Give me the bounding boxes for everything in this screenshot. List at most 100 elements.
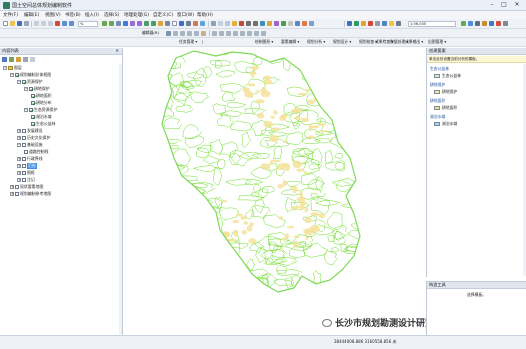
toc-row[interactable]: 生态公益林 xyxy=(31,121,55,127)
end-point-arc-icon[interactable] xyxy=(187,31,192,36)
editor-menu[interactable]: 编辑器(R) xyxy=(142,30,159,36)
editor-toolbar-icon[interactable] xyxy=(461,21,466,26)
select-features-icon[interactable] xyxy=(158,21,163,26)
toc-expander-icon[interactable]: + xyxy=(17,164,21,168)
menu-selection[interactable]: 选择(S) xyxy=(104,12,119,18)
toc-row[interactable]: 湖泊水域 xyxy=(31,114,52,120)
toc-scrollbar[interactable] xyxy=(119,64,122,334)
next-extent-icon[interactable] xyxy=(151,21,156,26)
create-features-icon[interactable] xyxy=(261,31,266,36)
result-output-menu[interactable]: 成果输出 ▾ xyxy=(405,39,423,45)
redo-icon[interactable] xyxy=(69,21,74,26)
layer-visibility-checkbox[interactable] xyxy=(15,185,19,189)
viewer-icon[interactable] xyxy=(260,21,265,26)
toc-row[interactable]: + 规划编制参考地图 xyxy=(10,191,51,197)
symbol-icon[interactable] xyxy=(382,21,387,26)
attribute-icon[interactable] xyxy=(295,21,300,26)
full-extent-icon[interactable] xyxy=(123,21,128,26)
planning-design-menu[interactable]: 规划设计 ▾ xyxy=(333,39,351,45)
save-icon[interactable] xyxy=(17,21,22,26)
toc-row[interactable]: − 图层 xyxy=(3,65,22,71)
split-icon[interactable] xyxy=(233,31,238,36)
map-view[interactable]: 长沙市规划勘测设计研究院 xyxy=(124,48,443,335)
layer-visibility-checkbox[interactable] xyxy=(22,171,26,175)
zoom-in-icon[interactable] xyxy=(102,21,107,26)
html-popup-icon[interactable] xyxy=(218,21,223,26)
toc-row[interactable]: + 发展建设 xyxy=(17,128,43,134)
draw-graphics-menu[interactable]: 绘制图形 ▾ xyxy=(255,39,273,45)
edit-annotation-icon[interactable] xyxy=(173,31,178,36)
template-item[interactable]: 湖泊水域 xyxy=(434,121,457,127)
task-management-menu[interactable]: 任务管理 ▾ xyxy=(179,39,197,45)
ruler-icon[interactable] xyxy=(396,21,401,26)
clear-selection-icon[interactable] xyxy=(165,21,170,26)
toc-expander-icon[interactable]: + xyxy=(17,178,21,182)
remove-layer-icon[interactable] xyxy=(368,21,373,26)
layer-visibility-checkbox[interactable] xyxy=(22,164,26,168)
toc-options-icon[interactable] xyxy=(30,57,35,62)
toc-row[interactable]: + 现状要素地图 xyxy=(10,184,43,190)
toc-toggle-icon[interactable] xyxy=(468,21,473,26)
editor-pointer-icon[interactable] xyxy=(211,21,216,26)
feature-edit-menu[interactable]: 要素编辑 ▾ xyxy=(281,39,299,45)
identify-icon[interactable] xyxy=(179,21,184,26)
label-icon[interactable] xyxy=(302,21,307,26)
menu-help[interactable]: 帮助(H) xyxy=(197,12,213,18)
toc-expander-icon[interactable]: − xyxy=(24,108,28,112)
toc-row[interactable]: − 耕地保护 xyxy=(24,86,50,92)
menu-file[interactable]: 文件(F) xyxy=(3,12,18,18)
point-icon[interactable] xyxy=(201,31,206,36)
toc-row[interactable]: 耕地面积 xyxy=(31,93,52,99)
map-document-icon[interactable] xyxy=(347,21,352,26)
menu-insert[interactable]: 插入(I) xyxy=(85,12,99,18)
magnifier-icon[interactable] xyxy=(253,21,258,26)
search-window-icon[interactable] xyxy=(482,21,487,26)
layer-visibility-checkbox[interactable] xyxy=(31,122,35,126)
toc-expander-icon[interactable]: + xyxy=(17,129,21,133)
list-by-source-icon[interactable] xyxy=(9,57,14,62)
template-item[interactable]: 耕地面积 xyxy=(434,105,457,111)
time-slider-icon[interactable] xyxy=(225,21,230,26)
toc-expander-icon[interactable]: + xyxy=(10,185,14,189)
table-icon[interactable] xyxy=(288,21,293,26)
list-by-drawing-order-icon[interactable] xyxy=(2,57,7,62)
toc-close-icon[interactable]: ✕ xyxy=(115,48,119,54)
toc-expander-icon[interactable]: − xyxy=(24,87,28,91)
go-to-xy-icon[interactable] xyxy=(232,21,237,26)
zoom-out-icon[interactable] xyxy=(109,21,114,26)
rotate-icon[interactable] xyxy=(240,31,245,36)
layer-visibility-checkbox[interactable] xyxy=(15,73,19,77)
attributes-icon[interactable] xyxy=(247,31,252,36)
delete-icon[interactable] xyxy=(55,21,60,26)
close-button[interactable]: ✕ xyxy=(512,1,522,9)
map-scale-dropdown[interactable]: 1:56,035 xyxy=(408,21,456,27)
edit-vertices-icon[interactable] xyxy=(212,31,217,36)
add-data-icon[interactable] xyxy=(354,21,359,26)
layer-visibility-checkbox[interactable] xyxy=(29,108,33,112)
toc-row[interactable]: + 范围 xyxy=(17,163,37,169)
cut-polygons-icon[interactable] xyxy=(226,31,231,36)
arctoolbox-icon[interactable] xyxy=(489,21,494,26)
open-folder-icon[interactable] xyxy=(10,21,15,26)
list-by-selection-icon[interactable] xyxy=(23,57,28,62)
zoom-percent-dropdown[interactable]: % xyxy=(78,21,98,27)
toc-row[interactable]: + 行政界线 xyxy=(17,156,43,162)
menu-bookmarks[interactable]: 书签(B) xyxy=(65,12,81,18)
lock-icon[interactable] xyxy=(267,21,272,26)
toc-expander-icon[interactable]: + xyxy=(17,171,21,175)
toc-row[interactable]: + 历史文化保护 xyxy=(17,135,50,141)
toc-expander-icon[interactable]: + xyxy=(17,157,21,161)
maximize-button[interactable]: □ xyxy=(499,1,509,9)
route-icon[interactable] xyxy=(309,21,314,26)
reshape-icon[interactable] xyxy=(219,31,224,36)
layer-visibility-checkbox[interactable] xyxy=(29,87,33,91)
layer-visibility-checkbox[interactable] xyxy=(31,101,35,105)
copy-icon[interactable] xyxy=(41,21,46,26)
new-document-icon[interactable] xyxy=(3,21,8,26)
model-builder-icon[interactable] xyxy=(503,21,508,26)
toc-row[interactable]: + 注记 xyxy=(17,177,35,183)
layer-visibility-checkbox[interactable] xyxy=(15,192,19,196)
select-elements-icon[interactable] xyxy=(172,21,177,26)
menu-geoprocessing[interactable]: 地理处理(G) xyxy=(124,12,149,18)
straight-segment-icon[interactable] xyxy=(180,31,185,36)
